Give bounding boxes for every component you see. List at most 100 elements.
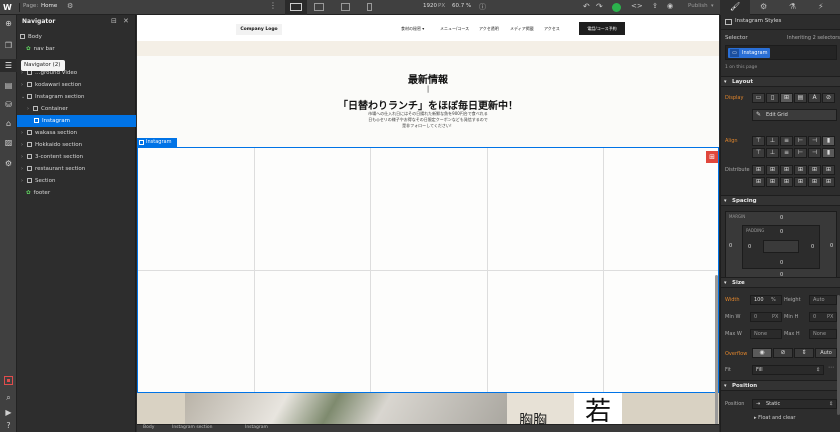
site-settings-gear-icon[interactable]: ⚙ <box>3 158 14 169</box>
display-none-button[interactable]: ⊘ <box>822 93 835 103</box>
align-btn-3[interactable]: ≡ <box>780 136 793 146</box>
align-btn-7[interactable]: ⊤ <box>752 148 765 158</box>
nav-item-wakasa-section[interactable]: › wakasa section <box>17 127 136 139</box>
breakpoint-mobile-portrait-icon[interactable] <box>367 3 372 11</box>
inheriting-selectors-link[interactable]: Inheriting 2 selectors <box>787 35 840 41</box>
distribute-btn-12[interactable]: ⊞ <box>822 177 835 187</box>
position-section-header[interactable]: ▾ Position <box>721 380 840 391</box>
breadcrumb-instagram-section[interactable]: Instagram section <box>172 425 213 430</box>
float-and-clear-toggle[interactable]: ▸ Float and clear <box>754 415 795 421</box>
align-btn-10[interactable]: ⊢ <box>794 148 807 158</box>
distribute-btn-3[interactable]: ⊞ <box>780 165 793 175</box>
search-icon[interactable]: ⌕ <box>3 392 14 403</box>
align-btn-8[interactable]: ⊥ <box>766 148 779 158</box>
display-grid-button-active[interactable]: ⊞ <box>780 93 793 103</box>
margin-top-value[interactable]: 0 <box>780 215 783 221</box>
nav-item-hokkaido-section[interactable]: › Hokkaido section <box>17 139 136 151</box>
code-export-icon[interactable]: <> <box>631 2 643 10</box>
nav-item-kodawari-section[interactable]: › kodawari section <box>17 79 136 91</box>
style-manager-drops-icon[interactable]: ⚗ <box>789 2 796 11</box>
publish-button[interactable]: Publish <box>688 3 708 9</box>
align-btn-4[interactable]: ⊢ <box>794 136 807 146</box>
margin-left-value[interactable]: 0 <box>729 243 732 249</box>
fit-select[interactable]: Fill ⇳ <box>752 365 824 375</box>
nav-item-body[interactable]: Body <box>17 31 136 43</box>
menu-link-access[interactable]: アクセス <box>544 26 560 32</box>
distribute-btn-9[interactable]: ⊞ <box>780 177 793 187</box>
distribute-btn-8[interactable]: ⊞ <box>766 177 779 187</box>
pin-panel-icon[interactable]: ⊟ <box>111 17 117 25</box>
padding-bottom-value[interactable]: 0 <box>780 260 783 266</box>
align-btn-1[interactable]: ⊤ <box>752 136 765 146</box>
nav-item-section[interactable]: › Section <box>17 175 136 187</box>
distribute-btn-6[interactable]: ⊞ <box>822 165 835 175</box>
cms-database-icon[interactable]: ⛁ <box>3 99 14 110</box>
display-inline-block-button[interactable]: ▤ <box>794 93 807 103</box>
style-tab-active[interactable]: 🖌 <box>720 0 750 15</box>
publish-dropdown-icon[interactable]: ▾ <box>711 3 714 9</box>
display-inline-button[interactable]: A <box>808 93 821 103</box>
breadcrumb-instagram[interactable]: Instagram <box>245 425 268 430</box>
align-btn-12[interactable]: ▮ <box>822 148 835 158</box>
width-input[interactable]: 100% <box>750 295 782 305</box>
ecommerce-cart-icon[interactable]: ⌂ <box>3 118 14 129</box>
height-input[interactable]: Auto <box>809 295 837 305</box>
breakpoint-mobile-landscape-icon[interactable] <box>341 3 350 11</box>
min-height-input[interactable]: 0 PX <box>809 312 837 322</box>
element-settings-gear-icon[interactable]: ⚙ <box>760 2 767 11</box>
nav-item-container[interactable]: › Container <box>17 103 136 115</box>
video-tutorials-icon[interactable]: ▶ <box>3 407 14 418</box>
menu-link-access-transparent[interactable]: アクセ透明 <box>479 26 499 32</box>
display-block-button[interactable]: ▭ <box>752 93 765 103</box>
nav-item-3-content-section[interactable]: › 3-content section <box>17 151 136 163</box>
close-panel-icon[interactable]: ✕ <box>123 17 129 25</box>
reservation-cta-button[interactable]: 電話/コース予約 <box>579 22 625 35</box>
padding-top-value[interactable]: 0 <box>780 229 783 235</box>
menu-link-media[interactable]: メディア掲載 <box>510 26 534 32</box>
audit-record-icon[interactable] <box>4 376 13 385</box>
assets-image-icon[interactable]: ▨ <box>3 137 14 148</box>
page-selector[interactable]: Home <box>41 3 57 9</box>
nav-item-nav-bar[interactable]: ✿ nav bar <box>17 43 136 55</box>
grid-settings-icon[interactable]: ⊞ <box>706 151 718 163</box>
designer-canvas[interactable]: Company Logo 食材の秘密 ▾ メニュー/コース アクセ透明 メディア… <box>137 15 719 432</box>
position-select[interactable]: ⇥ Static ⇳ <box>752 399 837 409</box>
align-btn-2[interactable]: ⊥ <box>766 136 779 146</box>
interactions-lightning-icon[interactable]: ⚡ <box>818 2 824 11</box>
overflow-auto-button[interactable]: Auto <box>815 348 837 358</box>
layout-section-header[interactable]: ▾ Layout <box>721 76 840 87</box>
distribute-btn-2[interactable]: ⊞ <box>766 165 779 175</box>
distribute-btn-7[interactable]: ⊞ <box>752 177 765 187</box>
breakpoint-tablet-icon[interactable] <box>314 3 324 11</box>
symbols-cube-icon[interactable]: ❒ <box>3 40 14 51</box>
nav-item-instagram-selected[interactable]: Instagram <box>17 115 136 127</box>
align-btn-11[interactable]: ⊣ <box>808 148 821 158</box>
spacing-section-header[interactable]: ▾ Spacing <box>721 195 840 206</box>
settings-gear-icon[interactable]: ⚙ <box>67 2 73 10</box>
padding-left-value[interactable]: 0 <box>748 244 751 250</box>
padding-right-value[interactable]: 0 <box>811 244 814 250</box>
nav-item-instagram-section[interactable]: ⌄ Instagram section <box>17 91 136 103</box>
menu-link-ingredients[interactable]: 食材の秘密 ▾ <box>401 26 424 32</box>
distribute-btn-5[interactable]: ⊞ <box>808 165 821 175</box>
margin-right-value[interactable]: 0 <box>830 243 833 249</box>
selector-field[interactable]: ▭ Instagram <box>725 45 837 60</box>
breakpoint-desktop-active[interactable] <box>285 0 307 15</box>
edit-grid-button[interactable]: ✎ Edit Grid <box>752 109 837 121</box>
add-element-plus-icon[interactable]: ⊕ <box>3 18 14 29</box>
distribute-btn-1[interactable]: ⊞ <box>752 165 765 175</box>
distribute-btn-10[interactable]: ⊞ <box>794 177 807 187</box>
share-icon[interactable]: ⇪ <box>652 2 658 10</box>
nav-item-restaurant-section[interactable]: › restaurant section <box>17 163 136 175</box>
distribute-btn-4[interactable]: ⊞ <box>794 165 807 175</box>
undo-icon[interactable]: ↶ <box>583 2 590 11</box>
max-width-input[interactable]: None <box>750 329 782 339</box>
min-width-input[interactable]: 0 PX <box>750 312 782 322</box>
margin-box[interactable]: MARGIN 0 0 0 0 PADDING 0 0 0 0 <box>725 211 837 281</box>
navigator-panel-button-active[interactable]: ☰ <box>0 59 17 72</box>
max-height-input[interactable]: None <box>809 329 837 339</box>
more-options-icon[interactable]: ⋮ <box>269 1 277 10</box>
company-logo[interactable]: Company Logo <box>236 24 282 35</box>
align-btn-9[interactable]: ≡ <box>780 148 793 158</box>
webflow-logo-icon[interactable]: W <box>3 2 14 13</box>
